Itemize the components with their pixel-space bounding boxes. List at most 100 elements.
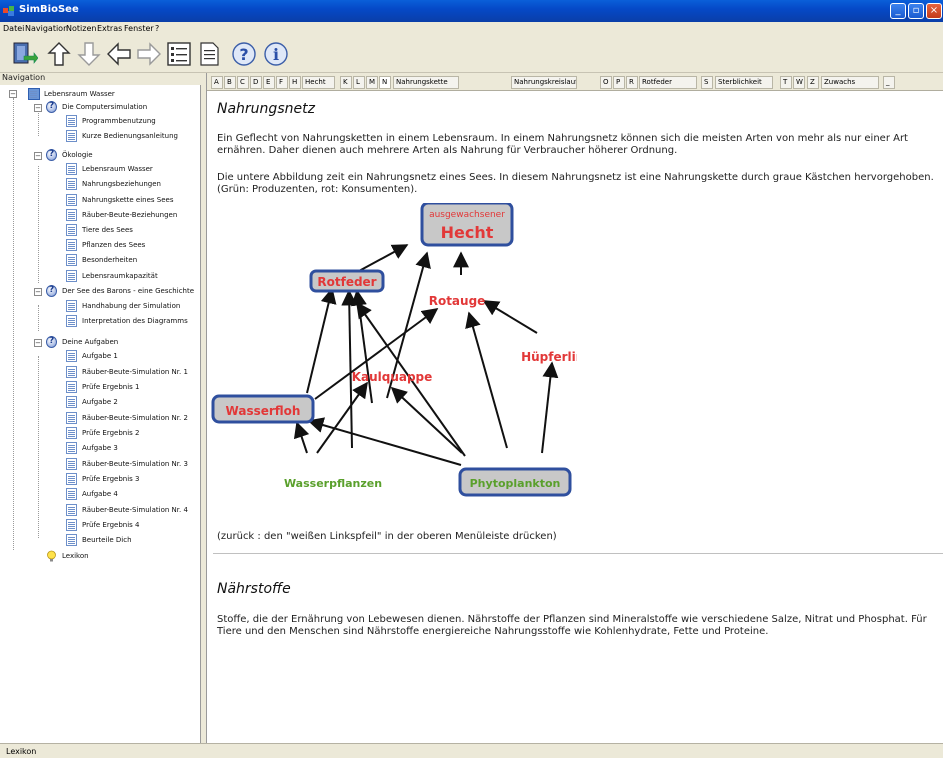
window-title: SimBioSee — [19, 4, 79, 15]
help-icon — [46, 149, 57, 161]
tree-collapse-toggle[interactable]: − — [9, 90, 17, 98]
document-icon — [66, 270, 77, 282]
info-icon[interactable]: i — [262, 40, 290, 68]
tab-f[interactable]: F — [276, 76, 288, 89]
node-huepferling-label: Hüpferling — [521, 350, 577, 364]
content-area: A B C D E F H Hecht K L M N Nahrungskett… — [206, 73, 943, 743]
tree-collapse-toggle[interactable]: − — [34, 339, 42, 347]
entry-paragraph-naehrstoffe: Stoffe, die der Ernährung von Lebewesen … — [217, 614, 927, 637]
menu-navigation[interactable]: Navigation — [25, 24, 68, 33]
tab-c[interactable]: C — [237, 76, 249, 89]
entry-paragraph-2: Die untere Abbildung zeit ein Nahrungsne… — [217, 172, 934, 195]
document-icon — [66, 254, 77, 266]
arrow-left-icon[interactable] — [105, 40, 133, 68]
svg-text:i: i — [273, 45, 279, 64]
document-icon — [66, 534, 77, 546]
arrow-right-icon[interactable] — [135, 40, 163, 68]
tab-n[interactable]: N — [379, 76, 391, 89]
menu-bar: Datei Navigation Notizen Extras Fenster … — [0, 22, 943, 36]
node-wasserpflanzen-label: Wasserpflanzen — [284, 477, 382, 490]
exit-icon[interactable] — [10, 40, 38, 68]
document-icon[interactable] — [195, 40, 223, 68]
tab-z[interactable]: Z — [807, 76, 819, 89]
close-button[interactable]: × — [926, 3, 942, 19]
status-bar: Lexikon — [0, 743, 943, 758]
tab-rotfeder[interactable]: Rotfeder — [639, 76, 697, 89]
node-rotfeder-label: Rotfeder — [317, 275, 376, 289]
tab-r[interactable]: R — [626, 76, 638, 89]
help-icon — [46, 336, 57, 348]
alphabet-tabs: A B C D E F H Hecht K L M N Nahrungskett… — [207, 73, 943, 91]
tree-collapse-toggle[interactable]: − — [34, 288, 42, 296]
food-web-diagram: ausgewachsener Hecht Rotfeder Rotauge Hü… — [211, 203, 577, 497]
maximize-button[interactable]: ▫ — [908, 3, 924, 19]
document-icon — [66, 519, 77, 531]
tab-nahrungskette[interactable]: Nahrungskette — [393, 76, 459, 89]
lightbulb-icon — [47, 550, 56, 562]
document-icon — [66, 300, 77, 312]
tab-a[interactable]: A — [211, 76, 223, 89]
navigation-panel: Navigation − Lebensraum Wasser − Die Com… — [0, 73, 201, 743]
book-icon — [28, 88, 40, 100]
tab-nahrungskreislauf[interactable]: Nahrungskreislauf — [511, 76, 577, 89]
tab-e[interactable]: E — [263, 76, 275, 89]
node-hecht-label: Hecht — [441, 223, 494, 242]
tab-k[interactable]: K — [340, 76, 352, 89]
tab-s[interactable]: S — [701, 76, 713, 89]
tab-sterblichkeit[interactable]: Sterblichkeit — [715, 76, 773, 89]
document-icon — [66, 488, 77, 500]
toolbar: ? i — [0, 37, 943, 73]
tab-hecht[interactable]: Hecht — [302, 76, 335, 89]
tab-b[interactable]: B — [224, 76, 236, 89]
tree-collapse-toggle[interactable]: − — [34, 152, 42, 160]
tab-o[interactable]: O — [600, 76, 612, 89]
tab-p[interactable]: P — [613, 76, 625, 89]
minimize-button[interactable]: _ — [890, 3, 906, 19]
help-icon[interactable]: ? — [230, 40, 258, 68]
document-icon — [66, 209, 77, 221]
entry-paragraph-1: Ein Geflecht von Nahrungsketten in einem… — [217, 133, 908, 156]
node-phytoplankton-label: Phytoplankton — [470, 477, 561, 490]
document-icon — [66, 412, 77, 424]
menu-notizen[interactable]: Notizen — [66, 24, 96, 33]
arrow-up-icon[interactable] — [45, 40, 73, 68]
title-bar[interactable]: SimBioSee _ ▫ × — [0, 0, 943, 22]
menu-datei[interactable]: Datei — [3, 24, 24, 33]
document-icon — [66, 130, 77, 142]
document-icon — [66, 178, 77, 190]
tab-t[interactable]: T — [780, 76, 792, 89]
tab-d[interactable]: D — [250, 76, 262, 89]
arrow-down-icon[interactable] — [75, 40, 103, 68]
tab-underscore[interactable]: _ — [883, 76, 895, 89]
document-icon — [66, 366, 77, 378]
tab-w[interactable]: W — [793, 76, 805, 89]
document-icon — [66, 381, 77, 393]
status-text: Lexikon — [6, 747, 37, 756]
document-icon — [66, 163, 77, 175]
tab-h[interactable]: H — [289, 76, 301, 89]
node-hecht-small-label: ausgewachsener — [429, 210, 505, 220]
tab-m[interactable]: M — [366, 76, 378, 89]
menu-fenster[interactable]: Fenster — [124, 24, 154, 33]
document-icon — [66, 396, 77, 408]
help-icon — [46, 101, 57, 113]
document-icon — [66, 315, 77, 327]
node-rotauge-label: Rotauge — [429, 294, 486, 308]
node-kaulquappe-label: Kaulquappe — [352, 370, 433, 384]
document-icon — [66, 224, 77, 236]
document-icon — [66, 458, 77, 470]
tab-l[interactable]: L — [353, 76, 365, 89]
document-icon — [66, 442, 77, 454]
node-wasserfloh-label: Wasserfloh — [226, 404, 301, 418]
entry-title-nahrungsnetz: Nahrungsnetz — [217, 101, 315, 117]
tab-zuwachs[interactable]: Zuwachs — [821, 76, 879, 89]
tree-collapse-toggle[interactable]: − — [34, 104, 42, 112]
document-icon — [66, 504, 77, 516]
menu-help[interactable]: ? — [155, 24, 159, 33]
navigation-header: Navigation — [0, 73, 201, 85]
menu-extras[interactable]: Extras — [97, 24, 122, 33]
section-divider — [213, 553, 943, 554]
document-icon — [66, 115, 77, 127]
back-instruction: (zurück : den "weißen Linkspfeil" in der… — [217, 531, 557, 542]
list-view-icon[interactable] — [165, 40, 193, 68]
